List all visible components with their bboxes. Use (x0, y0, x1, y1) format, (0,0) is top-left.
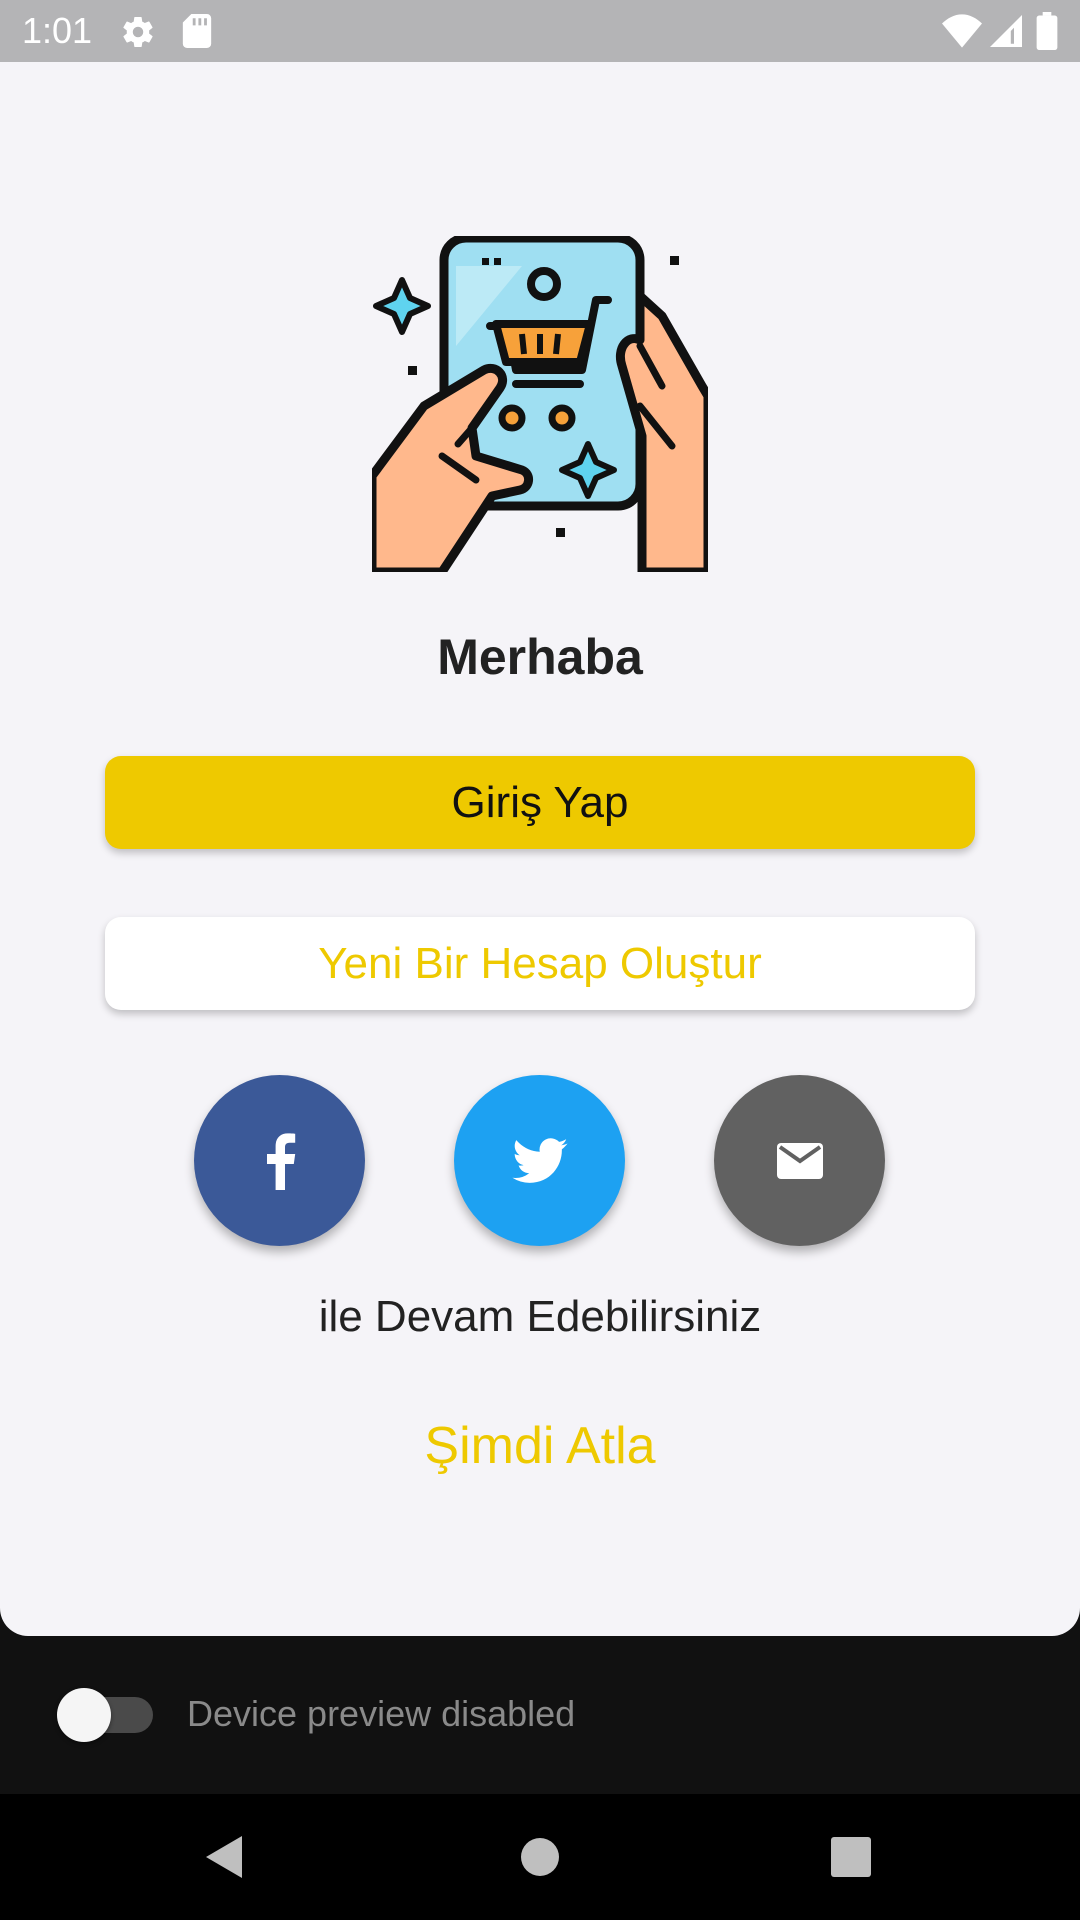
greeting-title: Merhaba (437, 629, 643, 685)
device-preview-bar: Device preview disabled (0, 1636, 1080, 1794)
signal-icon (990, 14, 1022, 53)
home-icon[interactable] (520, 1837, 560, 1882)
create-account-button[interactable]: Yeni Bir Hesap Oluştur (105, 917, 975, 1010)
login-button[interactable]: Giriş Yap (105, 756, 975, 849)
welcome-screen: Merhaba Giriş Yap Yeni Bir Hesap Oluştur… (0, 62, 1080, 1636)
wifi-icon (942, 14, 982, 53)
recents-icon[interactable] (831, 1837, 871, 1882)
status-bar: 1:01 (0, 0, 1080, 62)
device-preview-label: Device preview disabled (187, 1693, 576, 1734)
continue-with-text: ile Devam Edebilirsiniz (318, 1292, 762, 1341)
phone-shopping-cart-illustration (367, 233, 713, 577)
mail-icon (776, 1142, 823, 1179)
twitter-login-button[interactable] (454, 1075, 625, 1246)
back-icon[interactable] (204, 1834, 244, 1885)
email-login-button[interactable] (714, 1075, 885, 1246)
sd-card-icon (182, 14, 212, 53)
system-nav-bar (0, 1794, 1080, 1920)
facebook-login-button[interactable] (194, 1075, 365, 1246)
gear-icon (120, 14, 156, 55)
status-time: 1:01 (22, 10, 93, 51)
facebook-icon (266, 1132, 295, 1190)
battery-icon (1036, 12, 1058, 55)
skip-now-link[interactable]: Şimdi Atla (0, 1414, 1080, 1478)
device-preview-toggle-knob[interactable] (57, 1688, 111, 1742)
twitter-icon (511, 1137, 568, 1183)
